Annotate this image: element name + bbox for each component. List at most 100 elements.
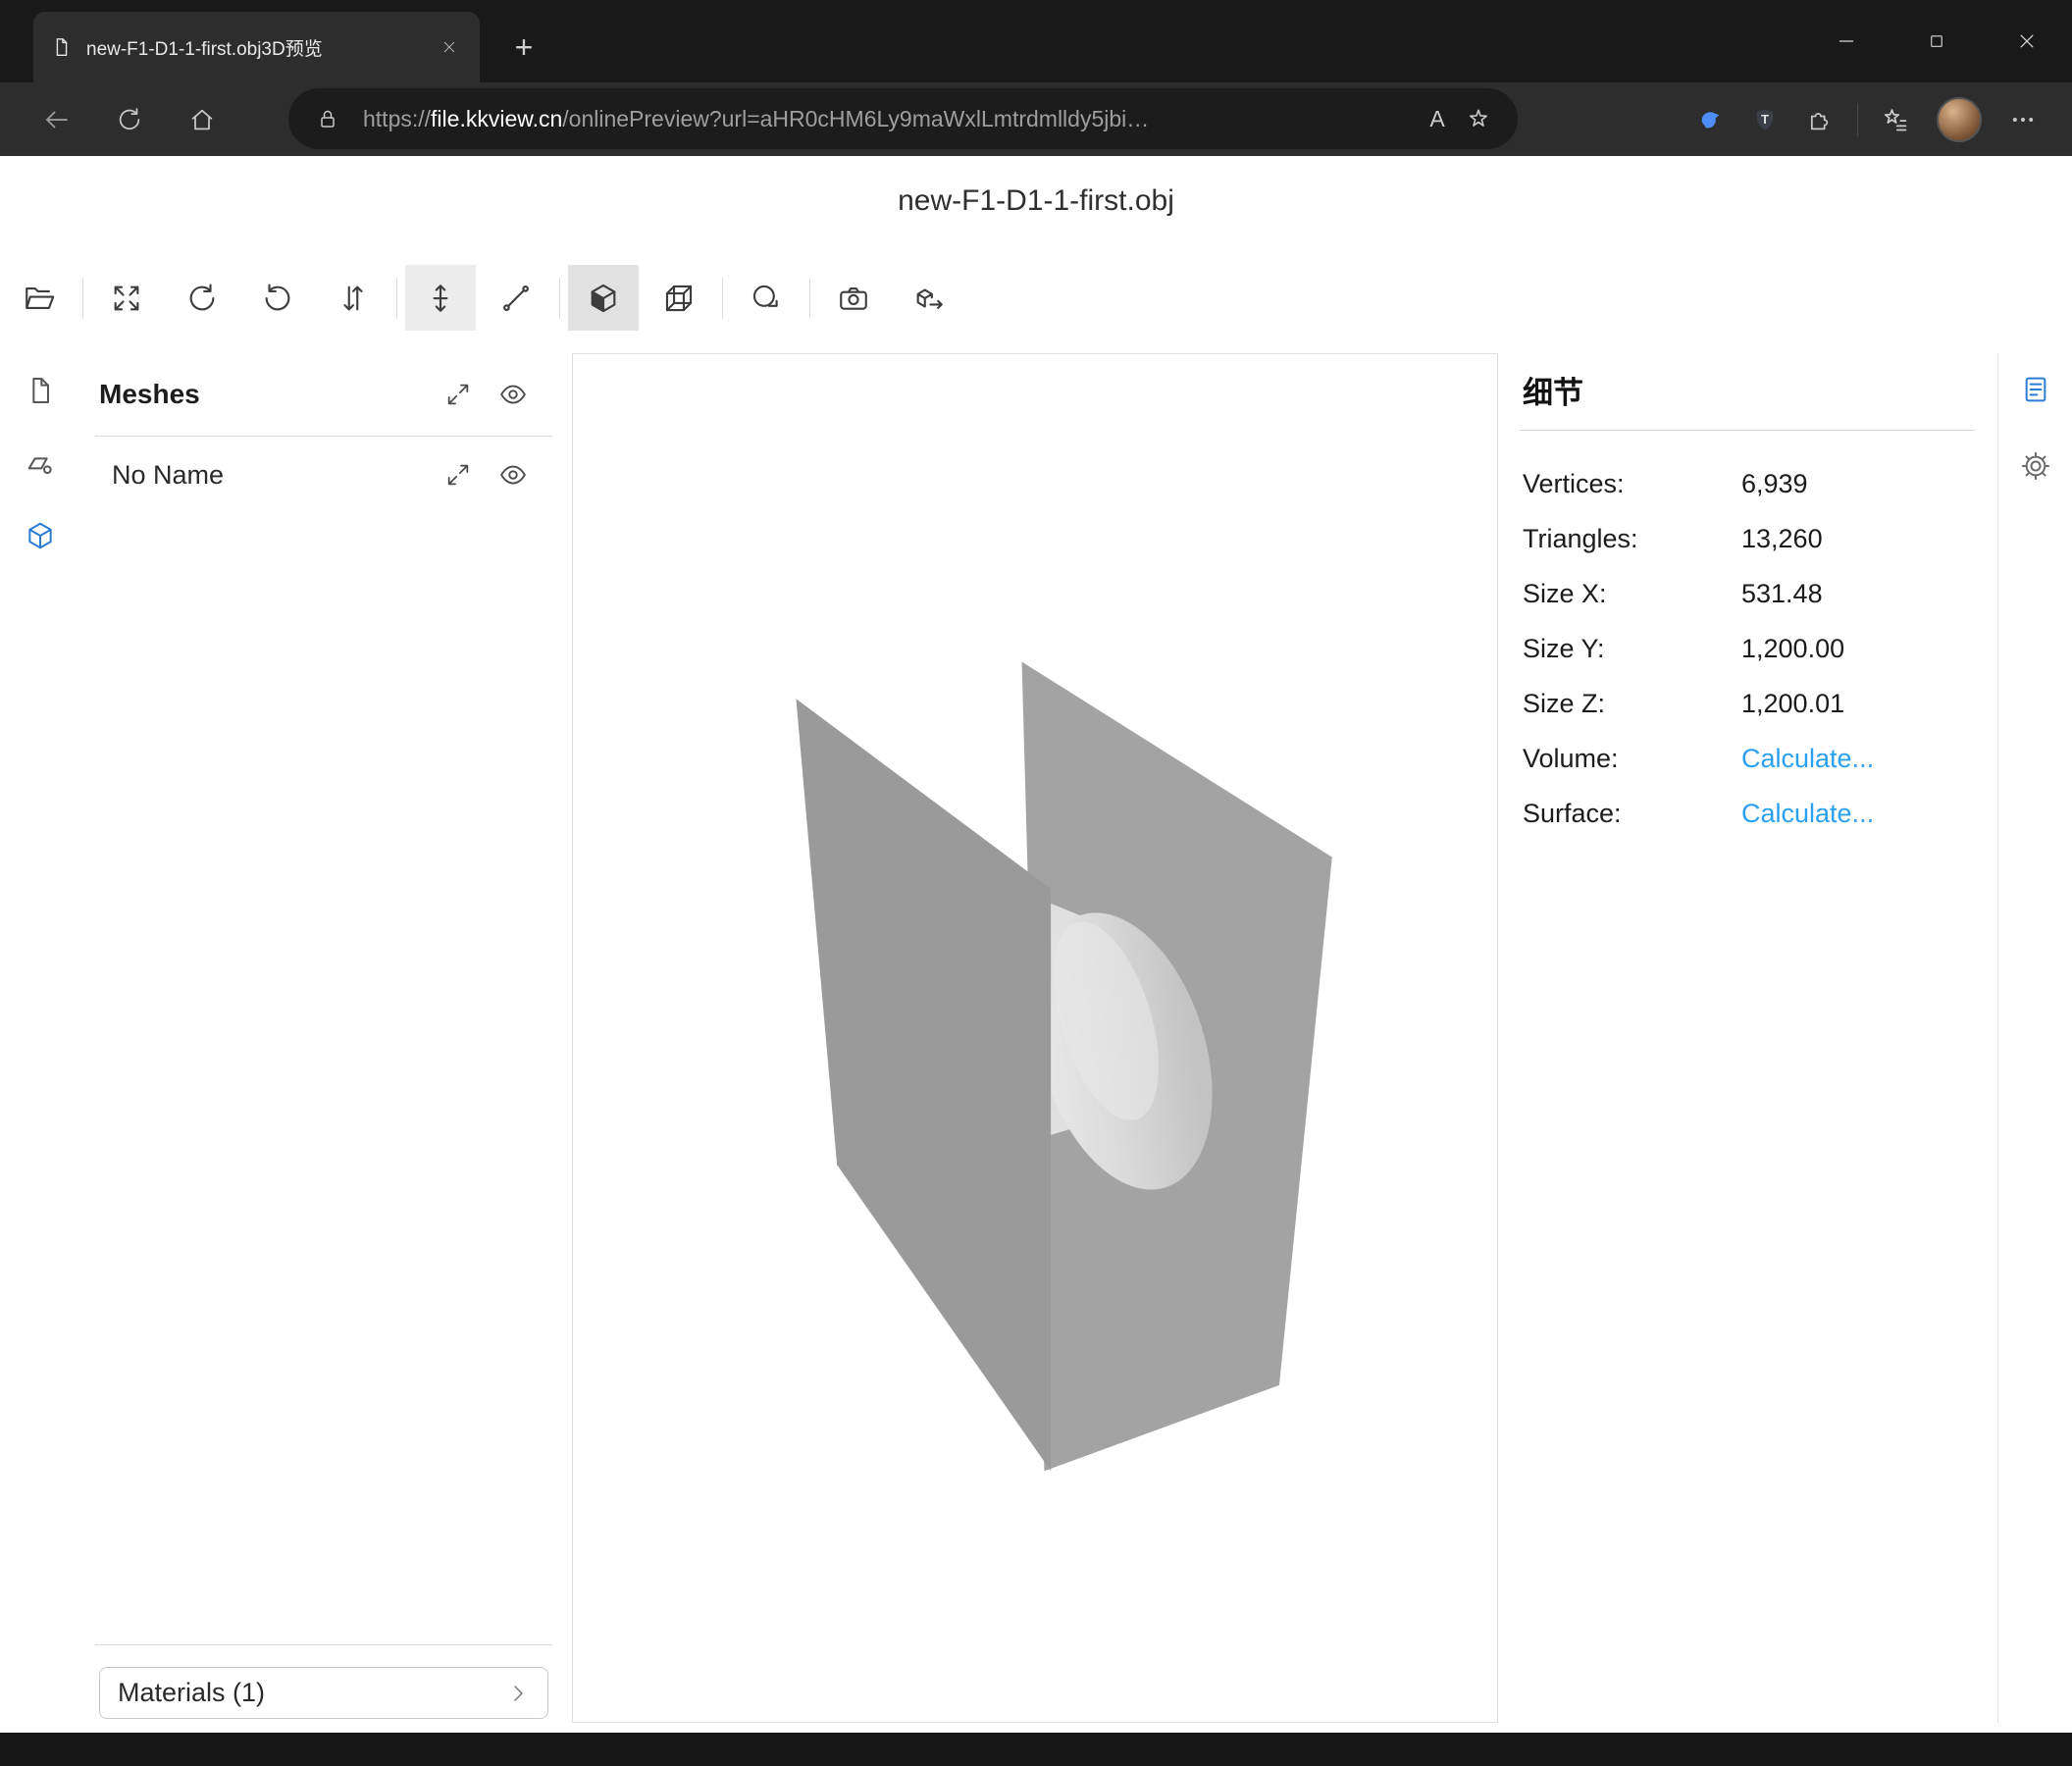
viewer-toolbar xyxy=(0,265,977,331)
maximize-button[interactable] xyxy=(1891,0,1982,82)
model-cube-icon[interactable] xyxy=(19,514,62,557)
export-model-icon xyxy=(912,282,946,315)
move-axis-button[interactable] xyxy=(405,265,476,331)
move-axis-icon xyxy=(424,282,457,315)
eye-icon[interactable] xyxy=(496,458,530,492)
file-page-icon[interactable] xyxy=(19,369,62,412)
toolbar-divider xyxy=(396,278,397,319)
expand-icon[interactable] xyxy=(441,458,475,492)
detail-value: 531.48 xyxy=(1741,579,1823,609)
open-model-icon xyxy=(23,282,56,315)
materials-divider xyxy=(95,1644,552,1645)
bird-extension-icon[interactable] xyxy=(1683,96,1737,143)
favorites-hub-icon[interactable] xyxy=(1868,96,1923,143)
toolbar-divider xyxy=(82,278,83,319)
detail-value: 6,939 xyxy=(1741,469,1808,499)
url-text: https://file.kkview.cn/onlinePreview?url… xyxy=(363,106,1416,132)
details-rows: Vertices: 6,939 Triangles: 13,260 Size X… xyxy=(1520,456,1975,841)
open-model-button[interactable] xyxy=(12,265,67,331)
detail-row-size-z: Size Z: 1,200.01 xyxy=(1520,676,1975,731)
calculate-surface-link[interactable]: Calculate... xyxy=(1741,799,1874,829)
details-list-icon[interactable] xyxy=(2011,365,2060,414)
page-title: new-F1-D1-1-first.obj xyxy=(0,184,2072,218)
home-icon[interactable] xyxy=(179,96,226,143)
detail-value: 1,200.01 xyxy=(1741,689,1844,719)
materials-button[interactable]: Materials (1) xyxy=(99,1667,548,1719)
url-path: /onlinePreview?url=aHR0cHM6Ly9maWxlLmtrd… xyxy=(562,106,1149,131)
svg-text:T: T xyxy=(1761,112,1769,127)
toolbar-divider xyxy=(559,278,560,319)
detail-row-size-y: Size Y: 1,200.00 xyxy=(1520,621,1975,676)
address-bar[interactable]: https://file.kkview.cn/onlinePreview?url… xyxy=(288,88,1518,149)
eye-icon[interactable] xyxy=(496,378,530,411)
rotate-vertical-icon xyxy=(261,282,294,315)
new-tab-button[interactable]: + xyxy=(502,26,545,69)
rotate-horizontal-icon xyxy=(185,282,219,315)
shield-extension-icon[interactable]: T xyxy=(1737,96,1792,143)
rotate-vertical-button[interactable] xyxy=(250,265,305,331)
detail-row-size-x: Size X: 531.48 xyxy=(1520,566,1975,621)
minimize-button[interactable] xyxy=(1801,0,1891,82)
shaded-view-button[interactable] xyxy=(568,265,639,331)
close-button[interactable] xyxy=(1982,0,2072,82)
more-menu-icon[interactable] xyxy=(1995,96,2050,143)
detail-label: Triangles: xyxy=(1520,524,1741,554)
meshes-title: Meshes xyxy=(99,379,420,410)
tab-doc-icon xyxy=(51,36,73,58)
measure-line-icon xyxy=(499,282,533,315)
calculate-volume-link[interactable]: Calculate... xyxy=(1741,744,1874,774)
detail-row-volume: Volume: Calculate... xyxy=(1520,731,1975,786)
back-icon[interactable] xyxy=(33,96,80,143)
url-scheme: https:// xyxy=(363,106,431,131)
navbar-divider xyxy=(1857,103,1858,136)
profile-avatar[interactable] xyxy=(1937,97,1982,142)
meshes-header: Meshes xyxy=(79,353,571,436)
settings-gear-icon[interactable] xyxy=(2011,442,2060,491)
detail-label: Size Y: xyxy=(1520,634,1741,664)
flip-vertical-button[interactable] xyxy=(326,265,381,331)
navbar-right-icons: T xyxy=(1683,82,2050,156)
detail-value: 1,200.00 xyxy=(1741,634,1844,664)
toolbar-divider xyxy=(722,278,723,319)
detail-row-surface: Surface: Calculate... xyxy=(1520,786,1975,841)
model-render xyxy=(573,354,1497,1722)
lock-icon[interactable] xyxy=(308,99,347,138)
wireframe-view-button[interactable] xyxy=(651,265,706,331)
screenshot-icon xyxy=(837,282,870,315)
measure-tape-button[interactable] xyxy=(739,265,794,331)
tab-close-icon[interactable] xyxy=(437,34,462,60)
details-panel: 细节 Vertices: 6,939 Triangles: 13,260 Siz… xyxy=(1520,353,1975,1723)
bottom-strip xyxy=(0,1733,2072,1766)
detail-row-triangles: Triangles: 13,260 xyxy=(1520,511,1975,566)
read-aloud-icon[interactable]: A xyxy=(1416,106,1459,132)
materials-icon[interactable] xyxy=(19,442,62,485)
rotate-horizontal-button[interactable] xyxy=(175,265,230,331)
mesh-name: No Name xyxy=(112,460,420,491)
favorite-star-icon[interactable] xyxy=(1459,99,1498,138)
detail-label: Volume: xyxy=(1520,744,1741,774)
detail-label: Vertices: xyxy=(1520,469,1741,499)
left-plane xyxy=(796,699,1051,1471)
flip-vertical-icon xyxy=(337,282,370,315)
detail-label: Surface: xyxy=(1520,799,1741,829)
model-viewport[interactable] xyxy=(572,353,1498,1723)
left-icon-strip xyxy=(0,353,79,1723)
fit-view-icon xyxy=(110,282,143,315)
refresh-icon[interactable] xyxy=(106,96,153,143)
mesh-list-item[interactable]: No Name xyxy=(79,437,571,513)
puzzle-extension-icon[interactable] xyxy=(1792,96,1847,143)
shaded-view-icon xyxy=(587,282,620,315)
expand-icon[interactable] xyxy=(441,378,475,411)
tab-title: new-F1-D1-1-first.obj3D预览 xyxy=(86,34,423,61)
materials-label: Materials (1) xyxy=(118,1678,506,1708)
screenshot-button[interactable] xyxy=(826,265,881,331)
browser-titlebar: new-F1-D1-1-first.obj3D预览 + xyxy=(0,0,2072,82)
browser-tab[interactable]: new-F1-D1-1-first.obj3D预览 xyxy=(33,12,480,82)
toolbar-divider xyxy=(809,278,810,319)
detail-label: Size Z: xyxy=(1520,689,1741,719)
detail-row-vertices: Vertices: 6,939 xyxy=(1520,456,1975,511)
right-icon-strip xyxy=(1997,353,2072,1723)
fit-view-button[interactable] xyxy=(99,265,154,331)
measure-line-button[interactable] xyxy=(489,265,544,331)
export-model-button[interactable] xyxy=(902,265,957,331)
